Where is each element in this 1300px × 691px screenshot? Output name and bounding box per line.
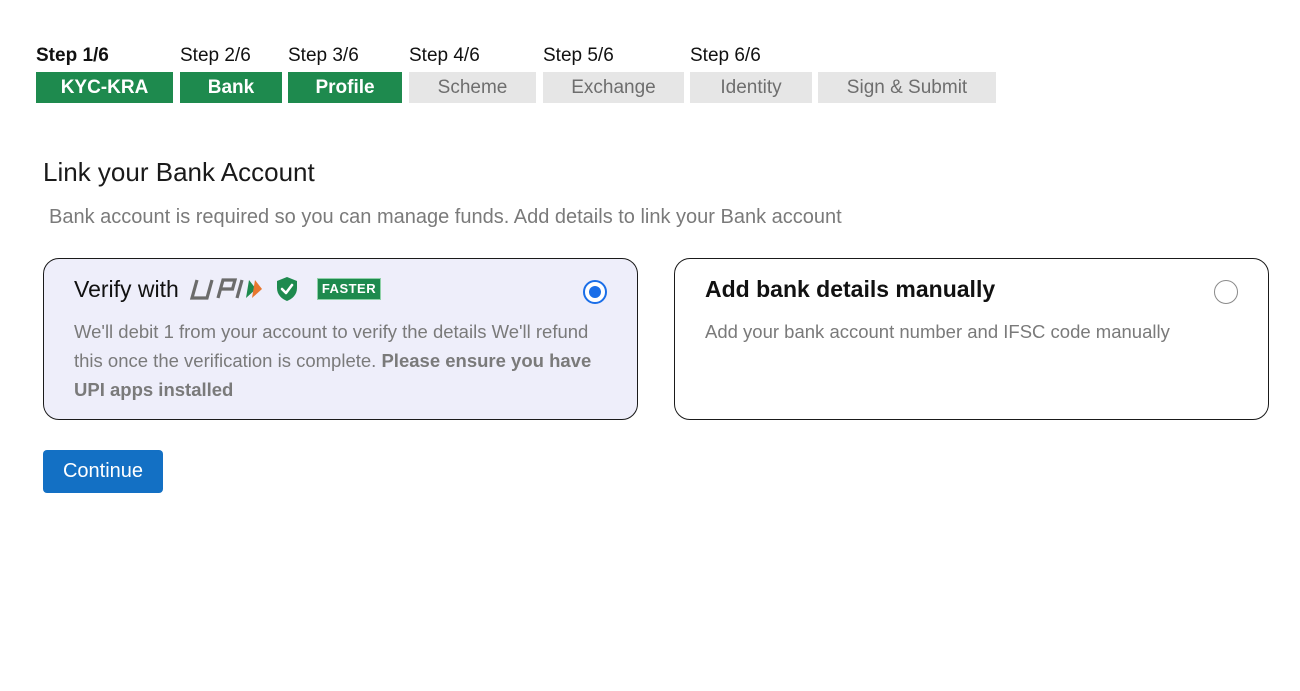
continue-button[interactable]: Continue	[43, 450, 163, 493]
step-label: Step 3/6	[288, 45, 359, 66]
manual-bank-option-card[interactable]: Add bank details manually Add your bank …	[674, 258, 1269, 420]
verified-shield-icon	[276, 277, 297, 301]
step-pill[interactable]: Scheme	[409, 72, 536, 103]
manual-option-description: Add your bank account number and IFSC co…	[705, 321, 1170, 342]
bank-link-page: Step 1/6 KYC-KRA Step 2/6 Bank Step 3/6 …	[0, 0, 1300, 691]
step-label: Step 4/6	[409, 45, 480, 66]
upi-option-radio[interactable]	[583, 280, 607, 304]
step-pill[interactable]: KYC-KRA	[36, 72, 173, 103]
step-pill[interactable]: Exchange	[543, 72, 684, 103]
faster-badge: FASTER	[316, 278, 382, 300]
step-label: Step 1/6	[36, 45, 109, 66]
page-subtitle: Bank account is required so you can mana…	[49, 206, 842, 228]
upi-verify-option-card[interactable]: Verify with FASTER We'll debit 1 from yo…	[43, 258, 638, 420]
page-title: Link your Bank Account	[43, 157, 315, 187]
upi-logo-icon	[189, 278, 262, 300]
step-label: Step 2/6	[180, 45, 251, 66]
step-pill[interactable]: Profile	[288, 72, 402, 103]
step-pill[interactable]: Bank	[180, 72, 282, 103]
upi-option-title: Verify with FASTER	[74, 273, 382, 305]
step-label: Step 6/6	[690, 45, 761, 66]
step-pill[interactable]: Sign & Submit	[818, 72, 996, 103]
upi-option-title-text: Verify with	[74, 276, 179, 302]
manual-option-title: Add bank details manually	[705, 276, 996, 302]
step-pill[interactable]: Identity	[690, 72, 812, 103]
upi-option-description: We'll debit 1 from your account to verif…	[74, 317, 613, 404]
step-label: Step 5/6	[543, 45, 614, 66]
manual-option-radio[interactable]	[1214, 280, 1238, 304]
